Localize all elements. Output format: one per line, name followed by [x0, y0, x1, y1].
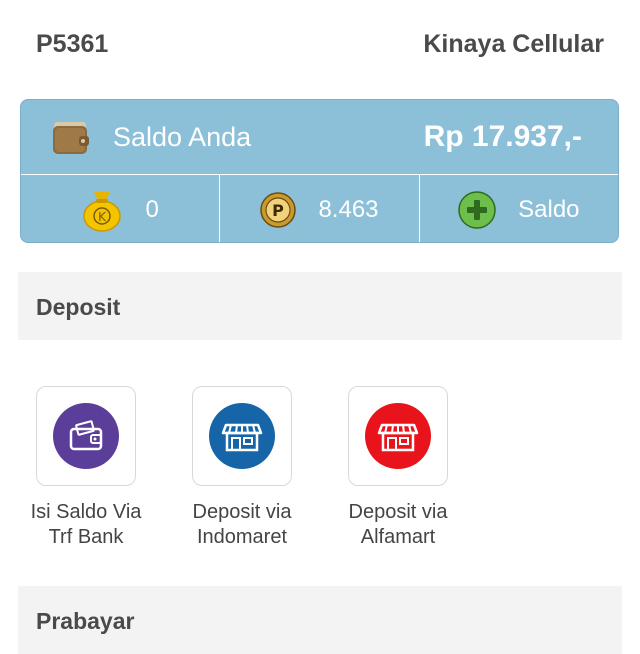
- balance-summary: Saldo Anda Rp 17.937,-: [21, 100, 618, 175]
- add-saldo-button[interactable]: Saldo: [418, 175, 618, 242]
- app-header: P5361 Kinaya Cellular: [0, 0, 640, 90]
- balance-stats: K 0 P 8.463 Saldo: [21, 175, 618, 242]
- balance-card: Saldo Anda Rp 17.937,- K 0 P 8.463 Saldo: [20, 99, 619, 243]
- deposit-indomaret-label: Deposit via Indomaret: [192, 501, 292, 548]
- stat-p-points[interactable]: P 8.463: [219, 175, 418, 242]
- coin-p-icon: P: [260, 191, 297, 228]
- deposit-section-title: Deposit: [36, 294, 121, 320]
- plus-circle-icon: [458, 190, 496, 229]
- store-icon: [365, 403, 431, 469]
- wallet-card-icon: [53, 403, 119, 469]
- add-saldo-label: Saldo: [518, 195, 580, 223]
- prabayar-section-header: Prabayar: [18, 586, 622, 654]
- deposit-bank-transfer-label: Isi Saldo Via Trf Bank: [30, 501, 142, 548]
- money-bag-k-icon: K: [81, 188, 123, 232]
- svg-text:P: P: [273, 201, 285, 220]
- balance-label: Saldo Anda: [113, 122, 252, 152]
- stat-k-value: 0: [145, 195, 159, 223]
- store-name: Kinaya Cellular: [423, 30, 604, 58]
- deposit-indomaret-icon-box: [192, 386, 292, 486]
- stat-p-value: 8.463: [318, 195, 379, 223]
- stat-k-points[interactable]: K 0: [21, 175, 219, 242]
- svg-text:K: K: [99, 210, 108, 224]
- prabayar-section-title: Prabayar: [36, 608, 135, 634]
- user-id: P5361: [36, 30, 109, 58]
- store-icon: [209, 403, 275, 469]
- deposit-alfamart-label: Deposit via Alfamart: [348, 501, 448, 548]
- deposit-bank-transfer[interactable]: Isi Saldo Via Trf Bank: [26, 386, 146, 550]
- deposit-alfamart[interactable]: Deposit via Alfamart: [338, 386, 458, 550]
- deposit-indomaret[interactable]: Deposit via Indomaret: [182, 386, 302, 550]
- deposit-section-header: Deposit: [18, 272, 622, 340]
- deposit-bank-transfer-icon-box: [36, 386, 136, 486]
- wallet-icon: [51, 118, 91, 163]
- deposit-alfamart-icon-box: [348, 386, 448, 486]
- balance-amount: Rp 17.937,-: [423, 120, 582, 153]
